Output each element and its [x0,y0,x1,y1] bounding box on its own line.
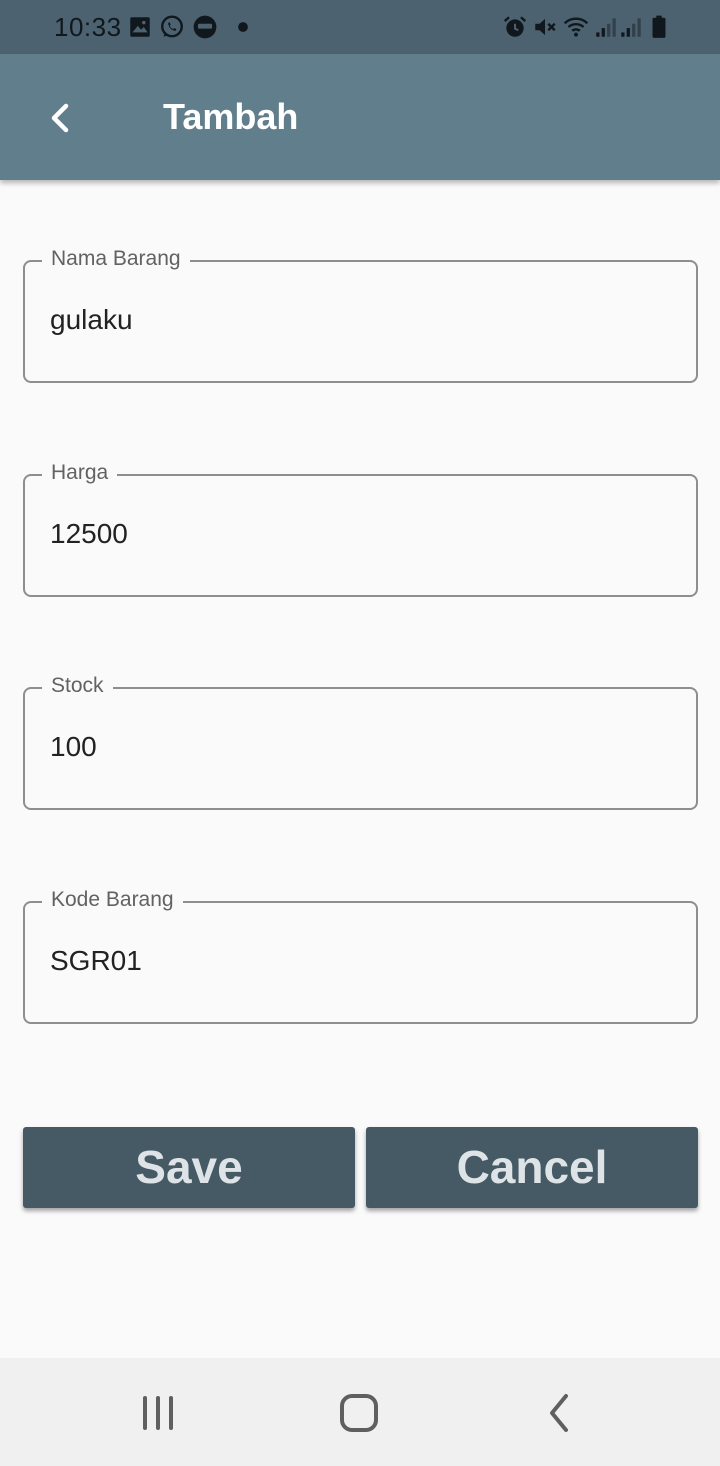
chevron-left-icon [36,93,86,143]
system-nav-bar [0,1358,720,1466]
notification-dot-icon [230,14,256,40]
status-time: 10:33 [54,12,122,42]
stock-input[interactable] [50,727,670,767]
app-bar: Tambah [0,54,720,180]
kode-barang-input[interactable] [50,941,670,981]
alarm-icon [502,14,528,40]
harga-field[interactable]: Harga [23,459,698,597]
recent-apps-button[interactable] [135,1390,181,1436]
kode-barang-label: Kode Barang [42,886,183,914]
home-icon [336,1390,382,1436]
harga-input[interactable] [50,514,670,554]
system-back-button[interactable] [538,1390,584,1436]
battery-icon [646,14,672,40]
stock-field[interactable]: Stock [23,672,698,810]
signal-icon [593,14,619,40]
gallery-icon [127,14,153,40]
kode-barang-field[interactable]: Kode Barang [23,886,698,1024]
app-notification-icon [192,14,218,40]
recent-apps-icon [135,1390,181,1436]
nama-barang-label: Nama Barang [42,245,190,273]
wifi-icon [563,14,589,40]
whatsapp-icon [159,14,185,40]
nama-barang-input[interactable] [50,300,670,340]
back-button[interactable] [36,93,86,143]
cancel-button[interactable]: Cancel [366,1127,698,1208]
nama-barang-field[interactable]: Nama Barang [23,245,698,383]
status-bar: 10:33 [0,0,720,54]
signal-icon [618,14,644,40]
home-button[interactable] [336,1390,382,1436]
page-title: Tambah [163,96,299,137]
save-button[interactable]: Save [23,1127,355,1208]
mute-icon [532,14,558,40]
stock-label: Stock [42,672,113,700]
harga-label: Harga [42,459,118,487]
back-icon [538,1390,584,1436]
